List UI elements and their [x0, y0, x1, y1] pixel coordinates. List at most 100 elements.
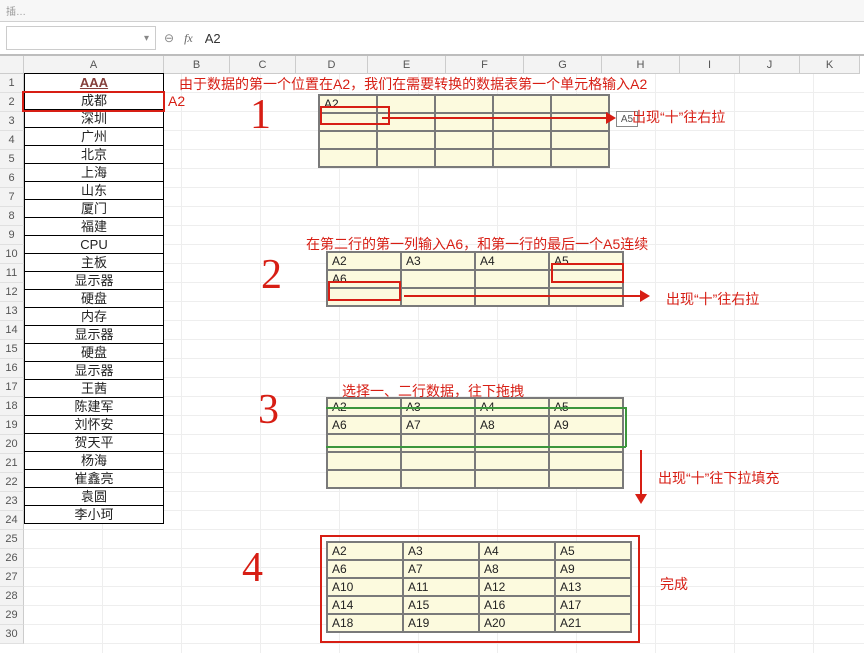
row-header-28[interactable]: 28: [0, 587, 24, 606]
row-header-19[interactable]: 19: [0, 416, 24, 435]
mini-cell[interactable]: [475, 270, 549, 288]
col-header-J[interactable]: J: [740, 56, 800, 74]
row-header-11[interactable]: 11: [0, 264, 24, 283]
col-header-E[interactable]: E: [368, 56, 446, 74]
mini-cell[interactable]: [435, 131, 493, 149]
mini-cell[interactable]: [377, 149, 435, 167]
mini-cell[interactable]: A7: [401, 416, 475, 434]
row-header-3[interactable]: 3: [0, 112, 24, 131]
mini-cell[interactable]: [493, 149, 551, 167]
cell-a10[interactable]: CPU: [24, 235, 164, 254]
cell-a5[interactable]: 北京: [24, 145, 164, 164]
cell-a1[interactable]: AAA: [24, 73, 164, 92]
mini-cell[interactable]: A2: [327, 252, 401, 270]
row-header-14[interactable]: 14: [0, 321, 24, 340]
row-header-16[interactable]: 16: [0, 359, 24, 378]
mini-cell[interactable]: [493, 113, 551, 131]
name-box[interactable]: ▾: [6, 26, 156, 50]
col-header-F[interactable]: F: [446, 56, 524, 74]
mini-cell[interactable]: [435, 149, 493, 167]
col-header-I[interactable]: I: [680, 56, 740, 74]
mini-cell[interactable]: A4: [475, 252, 549, 270]
col-header-K[interactable]: K: [800, 56, 860, 74]
row-header-30[interactable]: 30: [0, 625, 24, 644]
row-header-17[interactable]: 17: [0, 378, 24, 397]
mini-cell[interactable]: [319, 149, 377, 167]
grid-area[interactable]: AAA成都深圳广州北京上海山东厦门福建CPU主板显示器硬盘内存显示器硬盘显示器王…: [24, 74, 864, 653]
select-all-corner[interactable]: [0, 56, 24, 74]
row-header-13[interactable]: 13: [0, 302, 24, 321]
col-header-A[interactable]: A: [24, 56, 164, 74]
mini-cell[interactable]: [401, 470, 475, 488]
cell-a18[interactable]: 王茜: [24, 379, 164, 398]
row-header-23[interactable]: 23: [0, 492, 24, 511]
mini-cell[interactable]: [551, 95, 609, 113]
row-header-8[interactable]: 8: [0, 207, 24, 226]
cell-a16[interactable]: 硬盘: [24, 343, 164, 362]
cell-a9[interactable]: 福建: [24, 217, 164, 236]
cell-a23[interactable]: 崔鑫亮: [24, 469, 164, 488]
row-header-6[interactable]: 6: [0, 169, 24, 188]
row-header-20[interactable]: 20: [0, 435, 24, 454]
row-header-12[interactable]: 12: [0, 283, 24, 302]
cell-a24[interactable]: 袁圆: [24, 487, 164, 506]
cell-a11[interactable]: 主板: [24, 253, 164, 272]
mini-cell[interactable]: [549, 434, 623, 452]
mini-cell[interactable]: [551, 149, 609, 167]
cell-a17[interactable]: 显示器: [24, 361, 164, 380]
row-header-7[interactable]: 7: [0, 188, 24, 207]
mini-cell[interactable]: [401, 452, 475, 470]
cell-a21[interactable]: 贺天平: [24, 433, 164, 452]
cell-a13[interactable]: 硬盘: [24, 289, 164, 308]
row-header-1[interactable]: 1: [0, 74, 24, 93]
mini-cell[interactable]: [327, 452, 401, 470]
row-header-10[interactable]: 10: [0, 245, 24, 264]
cell-a12[interactable]: 显示器: [24, 271, 164, 290]
mini-cell[interactable]: [475, 434, 549, 452]
row-header-18[interactable]: 18: [0, 397, 24, 416]
mini-cell[interactable]: A3: [401, 252, 475, 270]
mini-cell[interactable]: [551, 131, 609, 149]
cell-a22[interactable]: 杨海: [24, 451, 164, 470]
mini-cell[interactable]: [435, 113, 493, 131]
cell-a7[interactable]: 山东: [24, 181, 164, 200]
mini-cell[interactable]: A6: [327, 416, 401, 434]
cell-a6[interactable]: 上海: [24, 163, 164, 182]
mini-cell[interactable]: [401, 288, 475, 306]
mini-cell[interactable]: A9: [549, 416, 623, 434]
cell-a25[interactable]: 李小珂: [24, 505, 164, 524]
cell-a20[interactable]: 刘怀安: [24, 415, 164, 434]
row-header-5[interactable]: 5: [0, 150, 24, 169]
mini-cell[interactable]: [549, 452, 623, 470]
row-header-4[interactable]: 4: [0, 131, 24, 150]
mini-cell[interactable]: [401, 270, 475, 288]
row-header-15[interactable]: 15: [0, 340, 24, 359]
cell-a8[interactable]: 厦门: [24, 199, 164, 218]
row-header-21[interactable]: 21: [0, 454, 24, 473]
col-header-D[interactable]: D: [296, 56, 368, 74]
row-headers[interactable]: 1234567891011121314151617181920212223242…: [0, 74, 24, 644]
mini-cell[interactable]: [549, 288, 623, 306]
row-header-25[interactable]: 25: [0, 530, 24, 549]
mini-cell[interactable]: [319, 131, 377, 149]
row-header-9[interactable]: 9: [0, 226, 24, 245]
mini-cell[interactable]: [475, 452, 549, 470]
mini-cell[interactable]: [377, 131, 435, 149]
row-header-24[interactable]: 24: [0, 511, 24, 530]
mini-cell[interactable]: [493, 131, 551, 149]
col-header-B[interactable]: B: [164, 56, 230, 74]
formula-input[interactable]: [203, 26, 803, 50]
cell-a14[interactable]: 内存: [24, 307, 164, 326]
mini-cell[interactable]: [401, 434, 475, 452]
row-header-29[interactable]: 29: [0, 606, 24, 625]
mini-cell[interactable]: [327, 434, 401, 452]
row-header-2[interactable]: 2: [0, 93, 24, 112]
col-header-G[interactable]: G: [524, 56, 602, 74]
col-header-H[interactable]: H: [602, 56, 680, 74]
column-headers[interactable]: ABCDEFGHIJK: [24, 56, 860, 74]
mini-cell[interactable]: [493, 95, 551, 113]
cell-a19[interactable]: 陈建军: [24, 397, 164, 416]
row-header-27[interactable]: 27: [0, 568, 24, 587]
cell-a15[interactable]: 显示器: [24, 325, 164, 344]
chevron-down-icon[interactable]: ▾: [144, 33, 149, 44]
